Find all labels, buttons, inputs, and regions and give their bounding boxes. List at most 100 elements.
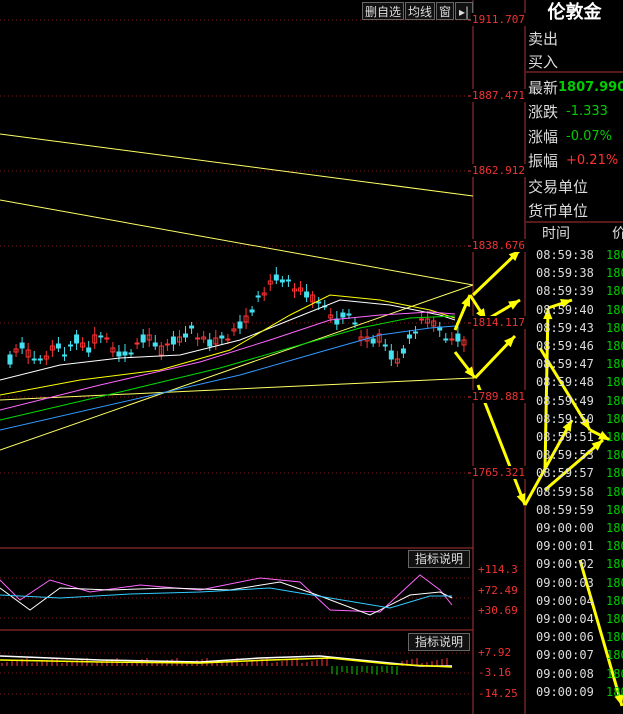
tick-header-price: 价 [612,226,623,242]
price-axis-label: 1911.707 [471,13,526,26]
tick-row: 09:00:02 1808 [526,555,623,573]
candle-body [273,274,279,281]
tick-time: 08:59:46 [536,339,594,353]
trendline [0,284,474,451]
change-pct-label: 涨幅 [528,128,559,146]
tick-time: 09:00:00 [536,521,594,535]
candle-body [400,348,406,354]
tick-time: 08:59:57 [536,466,594,481]
tick-row: 08:59:48 1808 [526,373,623,391]
tick-row: 08:59:51 1808 [526,428,623,446]
candle-body [285,279,291,282]
instrument-title: 伦敦金 [547,2,602,23]
candle-body [31,358,37,361]
tick-price: 1808 [606,575,623,590]
candle-body [37,358,43,361]
candle-body [74,334,80,344]
tick-row: 08:59:43 1808 [526,319,623,337]
tick-time: 08:59:38 [536,248,594,262]
tick-time: 09:00:06 [536,630,594,645]
sell-label: 卖出 [528,30,559,48]
tick-price: 1808 [606,648,623,663]
tick-row: 08:59:53 1808 [526,446,623,464]
indicator1-label-bottom: +30.69 [478,604,518,617]
candle-body [443,338,449,341]
tick-time: 08:59:48 [536,375,594,390]
candle-body [449,338,455,341]
tick-time: 09:00:08 [536,666,594,681]
candle-body [122,351,128,356]
tick-row: 08:59:40 1808 [526,301,623,319]
tick-price: 1808 [606,502,623,517]
candle-body [279,279,285,283]
candle-body [225,338,231,341]
tick-price: 1808 [606,557,623,572]
tick-time: 08:59:38 [536,266,594,281]
tick-row: 09:00:00 1808 [526,519,623,537]
tick-row: 08:59:57 1808 [526,464,623,482]
window-button[interactable]: 窗 [436,2,454,20]
candle-body [249,309,255,313]
trendline [0,199,474,286]
candle-body [152,342,158,347]
price-axis-label: 1862.912 [471,164,526,177]
change-pct-value: -0.07% [566,129,612,144]
tick-time: 09:00:02 [536,557,594,572]
tick-time: 08:59:53 [536,448,594,463]
tick-row: 09:00:01 1808 [526,537,623,555]
tick-time: 09:00:03 [536,575,594,590]
tick-price: 1808 [606,484,623,499]
tick-time: 08:59:39 [536,284,594,299]
tick-row: 09:00:06 1808 [526,628,623,646]
candle-body [382,344,388,347]
indicator1-help-button[interactable]: 指标说明 [408,550,470,568]
tick-time: 09:00:04 [536,612,594,626]
candle-body [195,337,201,340]
tick-row: 08:59:38 1808 [526,246,623,264]
tick-row: 08:59:59 1808 [526,501,623,519]
delete-favorite-button[interactable]: 删自选 [362,2,404,20]
tick-time: 08:59:49 [536,393,594,408]
tick-price: 1808 [606,302,623,317]
candle-body [19,342,25,349]
indicator1-label-top: +114.3 [478,563,518,576]
change-label: 涨跌 [528,103,559,121]
candle-body [346,313,352,316]
trade-unit-label: 交易单位 [528,178,589,196]
tick-time: 08:59:40 [536,302,594,317]
candle-body [86,347,92,353]
amplitude-label: 振幅 [528,152,559,170]
candle-body [406,334,412,339]
tick-row: 09:00:03 1808 [526,574,623,592]
change-value: -1.333 [566,104,608,119]
candle-body [316,301,322,304]
candle-body [255,295,261,298]
candle-body [128,352,134,355]
indicator1-label-mid: +72.49 [478,584,518,597]
candle-body [68,344,74,347]
price-axis-label: 1789.881 [471,390,526,403]
indicator1-line-magenta [0,574,453,613]
tick-time: 09:00:01 [536,539,594,554]
trendline [0,133,474,197]
tick-row: 08:59:50 1808 [526,410,623,428]
change-pct-row: 涨幅 -0.07% [528,125,623,149]
tick-time: 09:00:04 [536,593,594,608]
tick-time: 08:59:43 [536,320,594,335]
tick-header-time: 时间 [542,226,570,242]
indicator2-help-button[interactable]: 指标说明 [408,633,470,651]
buy-label: 买入 [528,53,559,71]
annotation-arrow [476,384,527,506]
tick-price: 1808 [606,266,623,281]
tick-list-header: 时间 价 [526,223,623,245]
candle-body [98,335,104,338]
currency-unit-row: 货币单位 [528,199,623,223]
tick-time: 08:59:59 [536,502,594,517]
candle-body [183,333,189,338]
candle-body [413,331,419,334]
ma-button[interactable]: 均线 [405,2,435,20]
indicator2-label-mid: -3.16 [478,666,512,679]
latest-row: 最新 1807.990 [528,76,623,100]
tick-row: 08:59:47 1808 [526,355,623,373]
candle-body [340,312,346,318]
